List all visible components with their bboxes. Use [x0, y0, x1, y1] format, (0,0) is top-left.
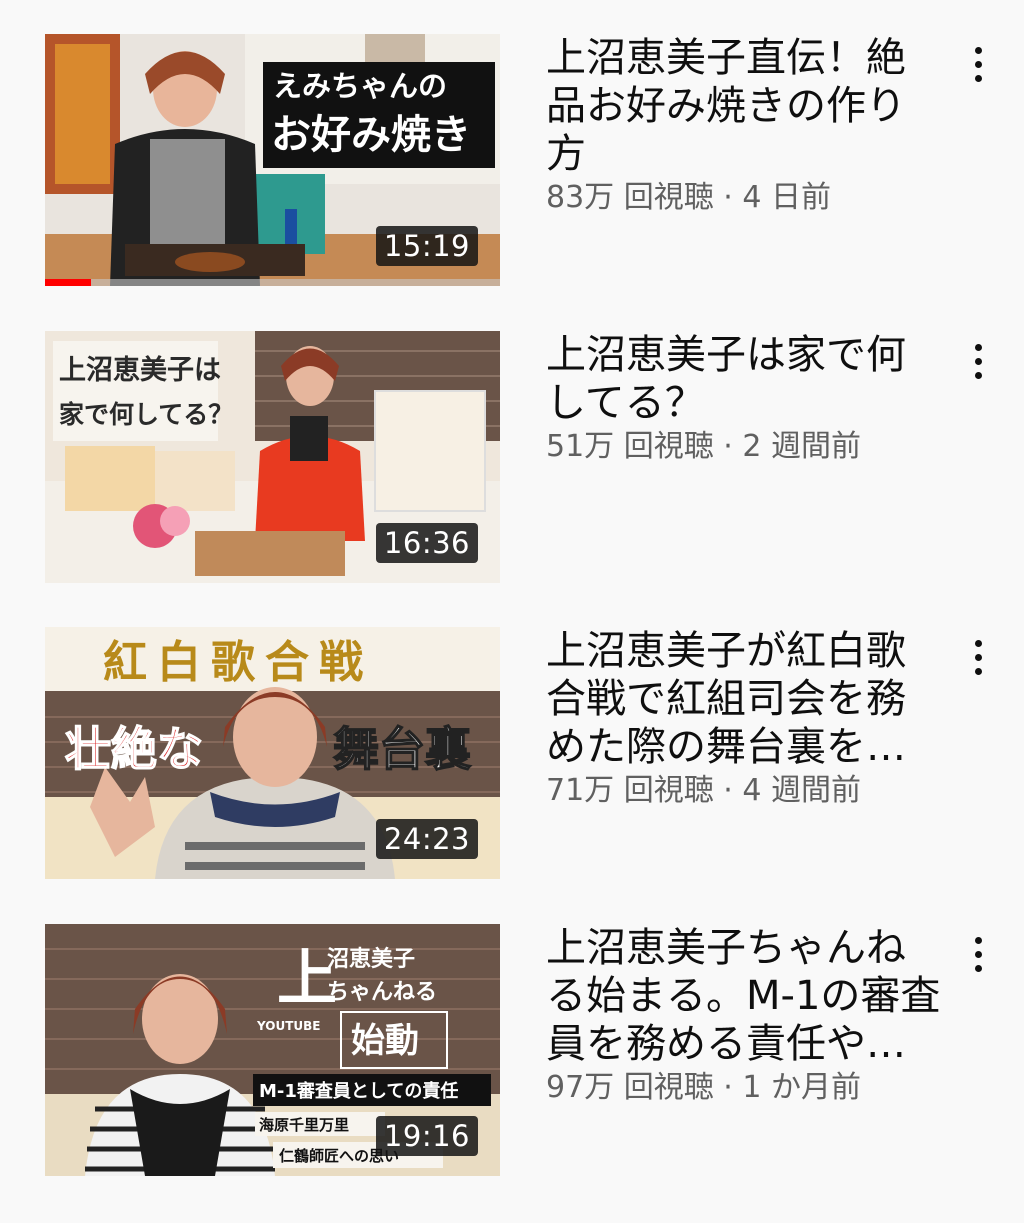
duration-badge: 19:16	[375, 1116, 478, 1156]
video-item[interactable]: 紅白歌合戦 壮絶な 舞台裏 24:23 上沼恵美子が紅白歌合戦で紅組司会を務めた…	[0, 627, 1024, 887]
video-title[interactable]: 上沼恵美子が紅白歌合戦で紅組司会を務めた際の舞台裏を語…	[546, 627, 941, 771]
thumbnail-text: えみちゃんの	[273, 69, 447, 103]
video-item[interactable]: 上沼恵美子は 家で何してる？ 16:36 上沼恵美子は家で何してる？ 51万 回…	[0, 331, 1024, 591]
video-title[interactable]: 上沼恵美子直伝！絶品お好み焼きの作り方	[546, 34, 941, 178]
video-thumbnail[interactable]: 上 沼恵美子 ちゃんねる YOUTUBE 始動 M-1審査員としての責任 海原千…	[45, 924, 500, 1176]
thumbnail-text: M-1審査員としての責任	[259, 1080, 458, 1102]
thumbnail-text: 舞台裏	[333, 722, 471, 776]
video-thumbnail[interactable]: えみちゃんの お好み焼き 15:19	[45, 34, 500, 286]
duration-badge: 16:36	[375, 523, 478, 563]
thumbnail-text: YOUTUBE	[256, 1019, 320, 1033]
video-meta: 51万 回視聴 · 2 週間前	[546, 429, 861, 464]
more-vert-icon[interactable]	[960, 633, 996, 681]
thumbnail-text: お好み焼き	[271, 112, 471, 158]
thumbnail-text: 上沼恵美子は	[59, 354, 221, 386]
video-title[interactable]: 上沼恵美子は家で何してる？	[546, 331, 941, 427]
thumbnail-text: 紅白歌合戦	[103, 637, 373, 688]
progress-track	[45, 279, 500, 286]
video-item[interactable]: えみちゃんの お好み焼き 15:19 上沼恵美子直伝！絶品お好み焼きの作り方 8…	[0, 34, 1024, 294]
video-list: えみちゃんの お好み焼き 15:19 上沼恵美子直伝！絶品お好み焼きの作り方 8…	[0, 0, 1024, 1223]
thumbnail-text: 家で何してる？	[59, 400, 233, 429]
more-vert-icon[interactable]	[960, 40, 996, 88]
video-meta: 83万 回視聴 · 4 日前	[546, 180, 831, 215]
duration-badge: 15:19	[375, 226, 478, 266]
duration-badge: 24:23	[375, 819, 478, 859]
more-vert-icon[interactable]	[960, 337, 996, 385]
video-meta: 97万 回視聴 · 1 か月前	[546, 1070, 861, 1105]
thumbnail-text: 沼恵美子	[327, 946, 415, 972]
thumbnail-text: 壮絶な	[65, 722, 203, 776]
thumbnail-text: ちゃんねる	[327, 980, 437, 1005]
video-meta: 71万 回視聴 · 4 週間前	[546, 773, 861, 808]
thumbnail-text: 海原千里万里	[259, 1116, 349, 1134]
more-vert-icon[interactable]	[960, 930, 996, 978]
thumbnail-text: 始動	[351, 1021, 419, 1061]
watch-progress-bar	[45, 279, 91, 286]
video-title[interactable]: 上沼恵美子ちゃんねる始まる。M-1の審査員を務める責任や海…	[546, 924, 941, 1068]
video-thumbnail[interactable]: 上沼恵美子は 家で何してる？ 16:36	[45, 331, 500, 583]
video-thumbnail[interactable]: 紅白歌合戦 壮絶な 舞台裏 24:23	[45, 627, 500, 879]
video-item[interactable]: 上 沼恵美子 ちゃんねる YOUTUBE 始動 M-1審査員としての責任 海原千…	[0, 924, 1024, 1184]
